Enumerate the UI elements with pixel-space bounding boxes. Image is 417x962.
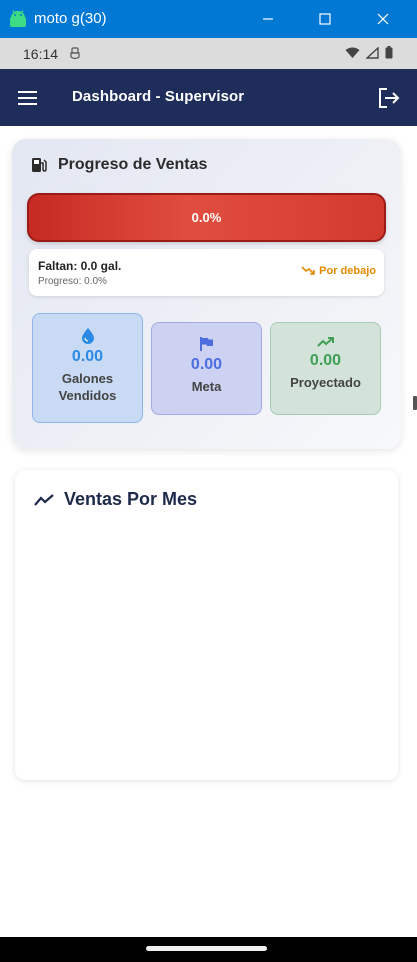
status-time: 16:14 — [23, 46, 59, 62]
progress-info-box: Faltan: 0.0 gal. Progreso: 0.0% Por deba… — [29, 249, 384, 296]
android-icon — [10, 10, 26, 27]
close-icon[interactable] — [372, 8, 394, 30]
water-drop-icon — [81, 328, 94, 344]
remaining-text: Faltan: 0.0 gal. — [38, 259, 122, 273]
progress-percentage: 0.0% — [191, 210, 222, 225]
stat-proyectado: 0.00 Proyectado — [270, 322, 381, 415]
app-bar: Dashboard - Supervisor — [0, 69, 417, 126]
usb-debug-icon — [70, 47, 80, 60]
stat-label: Proyectado — [290, 375, 361, 390]
trending-up-icon — [316, 337, 334, 347]
maximize-icon[interactable] — [314, 8, 336, 30]
progress-card-header: Progreso de Ventas — [30, 156, 207, 174]
signal-icon — [366, 46, 379, 59]
fuel-pump-icon — [32, 158, 47, 172]
stat-label: Galones Vendidos — [58, 371, 117, 403]
home-gesture-pill[interactable] — [146, 946, 267, 951]
page-title: Dashboard - Supervisor — [72, 88, 245, 105]
stat-value: 0.00 — [71, 348, 104, 365]
status-bar: 16:14 — [0, 38, 417, 69]
progress-bar: 0.0% — [27, 193, 386, 242]
stat-value: 0.00 — [309, 352, 342, 369]
sales-progress-card: Progreso de Ventas 0.0% Faltan: 0.0 gal.… — [12, 139, 401, 449]
stat-meta: 0.00 Meta — [151, 322, 262, 415]
window-edge-handle — [413, 396, 417, 410]
status-icons — [345, 46, 393, 59]
window-title: moto g(30) — [34, 10, 107, 27]
line-chart-icon — [34, 493, 54, 506]
progress-card-title: Progreso de Ventas — [58, 156, 208, 173]
stat-value: 0.00 — [190, 356, 223, 373]
minimize-icon[interactable] — [257, 8, 279, 30]
menu-icon[interactable] — [16, 86, 40, 110]
logout-icon[interactable] — [376, 85, 402, 111]
window-titlebar: moto g(30) — [0, 0, 417, 38]
monthly-sales-header: Ventas Por Mes — [34, 489, 197, 510]
monthly-sales-card: Ventas Por Mes — [15, 470, 398, 780]
flag-icon — [200, 337, 213, 351]
stat-label: Meta — [191, 379, 222, 394]
battery-icon — [385, 46, 393, 59]
trending-down-icon — [301, 266, 315, 275]
progress-text: Progreso: 0.0% — [38, 276, 107, 287]
status-badge: Por debajo — [301, 265, 376, 277]
monthly-sales-title: Ventas Por Mes — [64, 489, 198, 509]
status-label: Por debajo — [319, 265, 376, 277]
navigation-bar — [0, 937, 417, 962]
stat-galones-vendidos: 0.00 Galones Vendidos — [32, 313, 143, 423]
wifi-icon — [345, 47, 360, 58]
